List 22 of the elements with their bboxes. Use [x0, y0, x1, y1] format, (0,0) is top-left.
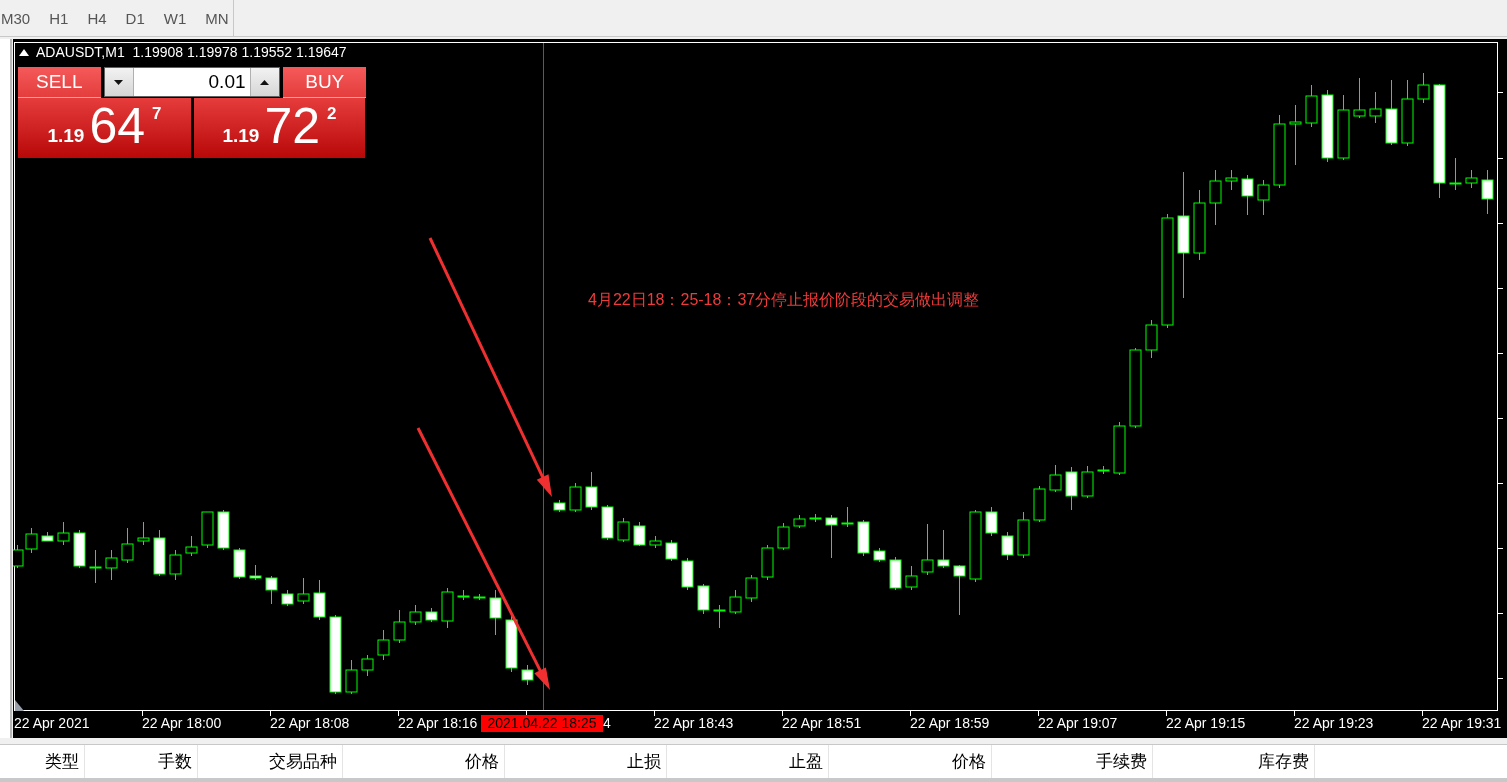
time-axis-label: 22 Apr 18:43 [654, 715, 734, 731]
cursor-time-label: 2021.04.22 18:25 [481, 715, 603, 732]
time-axis-label: 22 Apr 2021 [14, 715, 90, 731]
time-axis-label: 22 Apr 19:15 [1166, 715, 1246, 731]
timeframe-button[interactable]: MN [204, 7, 230, 29]
time-axis-label: 22 Apr 18:51 [782, 715, 862, 731]
time-axis-label: 22 Apr 18:16 [398, 715, 478, 731]
caret-up-icon[interactable] [19, 48, 29, 56]
time-axis-label: 22 Apr 18:08 [270, 715, 350, 731]
time-axis-label: 4 [603, 715, 611, 731]
timeframe-button[interactable]: W1 [162, 7, 188, 29]
time-axis-label: 22 Apr 19:31 [1422, 715, 1502, 731]
triangle-icon [15, 700, 24, 711]
chart-title: ADAUSDT,M1 1.19908 1.19978 1.19552 1.19647 [36, 44, 347, 60]
timeframe-button[interactable]: H4 [86, 7, 108, 29]
time-axis-label: 22 Apr 18:59 [910, 715, 990, 731]
timeframe-button[interactable]: D1 [124, 7, 146, 29]
timeframe-button[interactable]: H1 [48, 7, 70, 29]
timeframe-button[interactable]: M30 [0, 7, 32, 29]
time-axis-label: 22 Apr 19:07 [1038, 715, 1118, 731]
time-axis-label: 22 Apr 18:00 [142, 715, 222, 731]
time-axis-label: 22 Apr 19:23 [1294, 715, 1374, 731]
